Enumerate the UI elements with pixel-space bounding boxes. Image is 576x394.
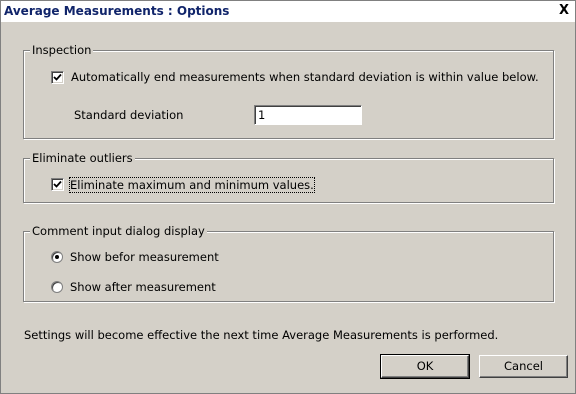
- stddev-input[interactable]: 1: [254, 105, 362, 125]
- eliminate-label: Eliminate maximum and minimum values.: [69, 177, 315, 193]
- eliminate-checkbox[interactable]: [51, 178, 64, 191]
- ok-button[interactable]: OK: [380, 354, 470, 379]
- dialog-title: Average Measurements : Options: [4, 4, 230, 18]
- radio-selected-icon: [55, 255, 59, 259]
- auto-end-label: Automatically end measurements when stan…: [71, 70, 539, 84]
- check-icon: [53, 180, 62, 188]
- stddev-label: Standard deviation: [74, 108, 184, 122]
- auto-end-checkbox[interactable]: [51, 71, 64, 84]
- show-after-radio[interactable]: [51, 281, 63, 293]
- outliers-legend: Eliminate outliers: [30, 151, 135, 165]
- effective-note: Settings will become effective the next …: [24, 328, 499, 342]
- options-dialog: Average Measurements : Options X Inspect…: [0, 0, 576, 394]
- show-before-label: Show befor measurement: [70, 250, 219, 264]
- inspection-group: Inspection: [23, 43, 554, 139]
- check-icon: [53, 73, 62, 81]
- cancel-button[interactable]: Cancel: [479, 355, 568, 378]
- title-bar[interactable]: Average Measurements : Options X: [1, 1, 575, 22]
- inspection-legend: Inspection: [30, 43, 94, 57]
- comment-dialog-legend: Comment input dialog display: [30, 224, 207, 238]
- show-before-radio[interactable]: [51, 251, 63, 263]
- close-icon[interactable]: X: [556, 3, 572, 19]
- show-after-label: Show after measurement: [70, 280, 216, 294]
